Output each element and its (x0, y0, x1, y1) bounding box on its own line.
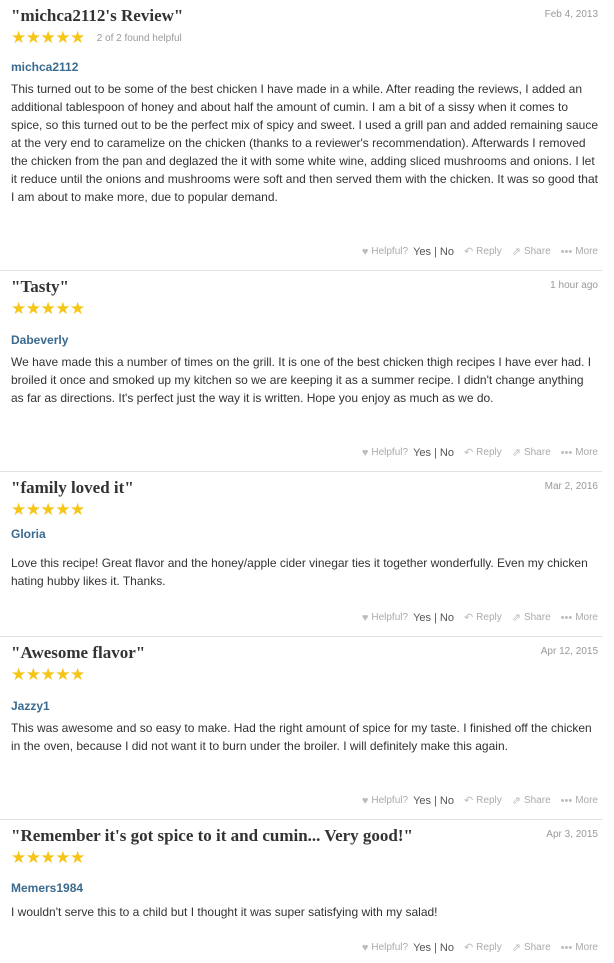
reply-icon: ↶ (463, 246, 474, 258)
helpful-prompt: ♥ Helpful? (361, 794, 409, 807)
share-button[interactable]: ⇗ Share (512, 794, 551, 807)
more-button[interactable]: ••• More (561, 795, 598, 807)
reply-button[interactable]: ↶ Reply (464, 794, 502, 807)
review-card: "Awesome flavor" Apr 12, 2015 ★★★★★ Jazz… (0, 637, 602, 820)
review-author[interactable]: Gloria (11, 527, 46, 541)
more-button[interactable]: ••• More (561, 447, 598, 459)
more-icon: ••• (560, 941, 573, 954)
heart-icon: ♥ (361, 794, 369, 807)
review-title: "michca2112's Review" (11, 6, 184, 25)
reply-icon: ↶ (463, 447, 474, 459)
review-text: This was awesome and so easy to make. Ha… (11, 721, 592, 753)
share-button[interactable]: ⇗ Share (512, 245, 551, 258)
share-icon: ⇗ (511, 612, 521, 624)
review-author[interactable]: Memers1984 (11, 881, 83, 895)
helpful-prompt: ♥ Helpful? (361, 245, 409, 258)
helpful-count: 2 of 2 found helpful (96, 32, 182, 44)
share-icon: ⇗ (511, 246, 521, 258)
review-text: This turned out to be some of the best c… (11, 82, 599, 204)
more-button[interactable]: ••• More (561, 612, 598, 624)
reply-button[interactable]: ↶ Reply (464, 611, 502, 624)
share-icon: ⇗ (511, 942, 521, 954)
share-button[interactable]: ⇗ Share (512, 941, 551, 954)
no-button[interactable]: No (440, 942, 454, 954)
review-actions: ♥ Helpful? Yes | No ↶ Reply ⇗ Share ••• More (352, 245, 598, 259)
share-icon: ⇗ (511, 795, 521, 807)
separator: | (434, 941, 437, 954)
review-author[interactable]: Jazzy1 (11, 699, 50, 713)
yes-button[interactable]: Yes (413, 447, 431, 459)
no-button[interactable]: No (440, 795, 454, 807)
review-actions: ♥ Helpful? Yes | No ↶ Reply ⇗ Share ••• More (352, 446, 598, 460)
heart-icon: ♥ (361, 611, 369, 624)
more-button[interactable]: ••• More (561, 942, 598, 954)
review-actions: ♥ Helpful? Yes | No ↶ Reply ⇗ Share ••• More (352, 611, 598, 625)
review-title: "Awesome flavor" (11, 643, 146, 662)
reply-button[interactable]: ↶ Reply (464, 941, 502, 954)
reply-button[interactable]: ↶ Reply (464, 446, 502, 459)
yes-button[interactable]: Yes (413, 942, 431, 954)
no-button[interactable]: No (440, 246, 454, 258)
separator: | (434, 611, 437, 624)
helpful-prompt: ♥ Helpful? (361, 941, 409, 954)
share-button[interactable]: ⇗ Share (512, 611, 551, 624)
review-date: 1 hour ago (550, 280, 598, 291)
reply-icon: ↶ (463, 942, 474, 954)
review-title: "Tasty" (11, 277, 69, 296)
more-icon: ••• (560, 245, 573, 258)
star-rating: ★★★★★ (11, 300, 85, 318)
star-icons: ★★★★★ (11, 665, 85, 684)
star-icons: ★★★★★ (11, 299, 85, 318)
share-icon: ⇗ (511, 447, 521, 459)
more-icon: ••• (560, 611, 573, 624)
review-card: "Tasty" 1 hour ago ★★★★★ Dabeverly We ha… (0, 271, 602, 472)
heart-icon: ♥ (361, 245, 369, 258)
separator: | (434, 446, 437, 459)
reply-icon: ↶ (463, 612, 474, 624)
star-icons: ★★★★★ (11, 28, 85, 47)
review-actions: ♥ Helpful? Yes | No ↶ Reply ⇗ Share ••• More (352, 794, 598, 808)
yes-button[interactable]: Yes (413, 246, 431, 258)
review-title: "family loved it" (11, 478, 134, 497)
star-icons: ★★★★★ (11, 500, 85, 519)
review-text: We have made this a number of times on t… (11, 355, 592, 405)
star-rating: ★★★★★ 2 of 2 found helpful (11, 29, 182, 47)
helpful-prompt: ♥ Helpful? (361, 611, 409, 624)
separator: | (434, 245, 437, 258)
yes-button[interactable]: Yes (413, 795, 431, 807)
no-button[interactable]: No (440, 447, 454, 459)
more-icon: ••• (560, 446, 573, 459)
review-title: "Remember it's got spice to it and cumin… (11, 826, 413, 845)
review-author[interactable]: Dabeverly (11, 333, 68, 347)
star-icons: ★★★★★ (11, 848, 85, 867)
star-rating: ★★★★★ (11, 666, 85, 684)
review-author[interactable]: michca2112 (11, 60, 78, 74)
heart-icon: ♥ (361, 941, 369, 954)
review-date: Apr 12, 2015 (540, 646, 598, 657)
star-rating: ★★★★★ (11, 849, 85, 867)
more-button[interactable]: ••• More (561, 246, 598, 258)
yes-button[interactable]: Yes (413, 612, 431, 624)
review-card: "Remember it's got spice to it and cumin… (0, 820, 602, 963)
review-date: Apr 3, 2015 (546, 829, 598, 840)
review-card: "family loved it" Mar 2, 2016 ★★★★★ Glor… (0, 472, 602, 637)
no-button[interactable]: No (440, 612, 454, 624)
star-rating: ★★★★★ (11, 501, 85, 519)
reply-button[interactable]: ↶ Reply (464, 245, 502, 258)
review-text: Love this recipe! Great flavor and the h… (11, 556, 588, 588)
review-actions: ♥ Helpful? Yes | No ↶ Reply ⇗ Share ••• More (352, 941, 598, 955)
share-button[interactable]: ⇗ Share (512, 446, 551, 459)
heart-icon: ♥ (361, 446, 369, 459)
helpful-prompt: ♥ Helpful? (361, 446, 409, 459)
review-date: Feb 4, 2013 (544, 9, 598, 20)
more-icon: ••• (560, 794, 573, 807)
separator: | (434, 794, 437, 807)
reply-icon: ↶ (463, 795, 474, 807)
review-card: "michca2112's Review" Feb 4, 2013 ★★★★★ … (0, 0, 602, 271)
review-date: Mar 2, 2016 (544, 481, 598, 492)
review-text: I wouldn't serve this to a child but I t… (11, 905, 438, 919)
